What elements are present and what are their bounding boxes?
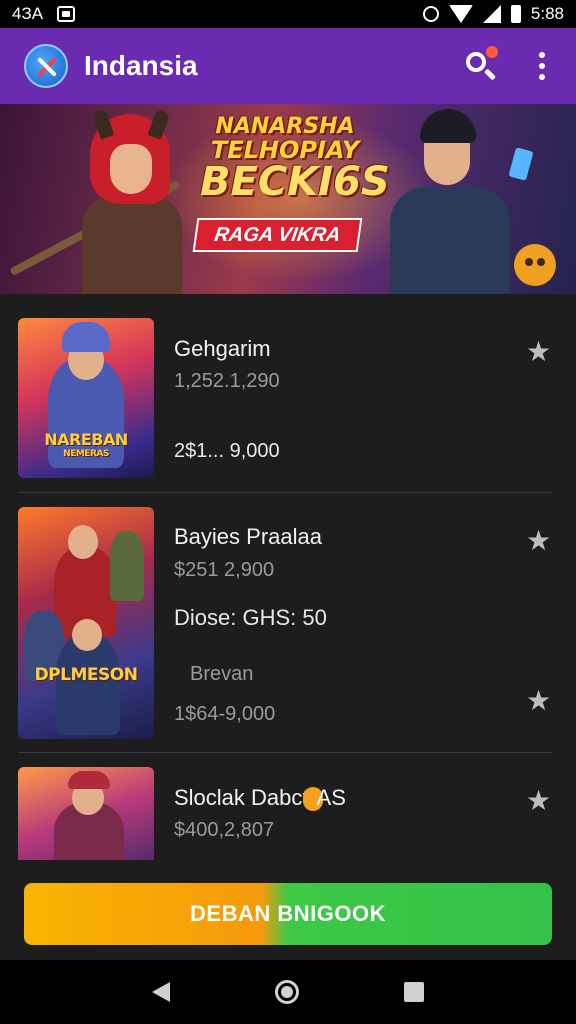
game-list: NAREBAN NEMERAS Gehgarim 1,252.1,290 2$1… [0,294,576,860]
search-button[interactable] [462,46,502,86]
back-icon[interactable] [152,982,171,1002]
item-title: Bayies Praalaa [174,524,322,549]
item-stat: $400,2,807 [174,819,275,841]
item-title: Sloclak Dabct AS [174,785,346,812]
status-bar: 4ЗA 5:88 [0,0,576,28]
banner-hero-left [9,108,200,294]
app-logo-icon[interactable] [24,44,68,88]
list-item[interactable]: NAREBAN NEMERAS Gehgarim 1,252.1,290 2$1… [18,294,552,493]
more-options-button[interactable] [532,46,552,86]
home-icon[interactable] [274,980,299,1004]
item-range: 1$64-9,000 [174,703,276,725]
favorite-star-icon[interactable]: ★ [526,687,551,715]
item-price: 2$1... 9,000 [174,440,280,462]
game-thumbnail [18,767,154,860]
list-item[interactable]: Sloclak Dabct AS $400,2,807 ★ [18,753,552,860]
status-right: 5:88 [422,4,564,24]
cta-button[interactable]: DEBAN BNIGOOK [24,883,552,945]
battery-icon [510,5,521,23]
item-seller: Brevan [190,663,254,685]
app-title: Indansia [84,50,198,81]
game-thumbnail: DPLMESON [18,507,154,739]
item-stat: $251 2,900 [174,559,275,581]
promo-banner[interactable]: NANARSHA TELHOPIAY BECKI6S RAGA VIKRA [0,104,576,294]
notification-dot [486,46,498,58]
banner-hero-right [380,109,534,294]
search-icon [466,52,486,72]
status-time: 5:88 [530,4,564,23]
banner-ribbon: RAGA VIKRA [192,218,363,252]
mascot-icon [514,244,556,286]
favorite-star-icon[interactable]: ★ [526,527,551,555]
system-nav-bar [0,960,576,1024]
status-left: 4ЗA [12,4,76,24]
favorite-star-icon[interactable]: ★ [526,787,551,815]
game-thumbnail: NAREBAN NEMERAS [18,318,154,478]
item-price: Diose: GHS: 50 [174,605,327,630]
status-text: 4ЗA [12,4,44,23]
item-stat: 1,252.1,290 [174,370,280,392]
list-item[interactable]: DPLMESON Bayies Praalaa $251 2,900 Diose… [18,493,552,753]
recents-icon[interactable] [403,982,424,1002]
photo-icon [57,6,76,22]
app-bar: Indansia [0,28,576,104]
item-title: Gehgarim [174,336,271,361]
banner-title: NANARSHA TELHOPIAY BECKI6S [200,114,390,205]
alarm-icon [422,6,439,22]
phone-icon [508,147,534,181]
signal-icon [482,5,501,23]
wifi-icon [448,5,473,23]
favorite-star-icon[interactable]: ★ [526,338,551,366]
